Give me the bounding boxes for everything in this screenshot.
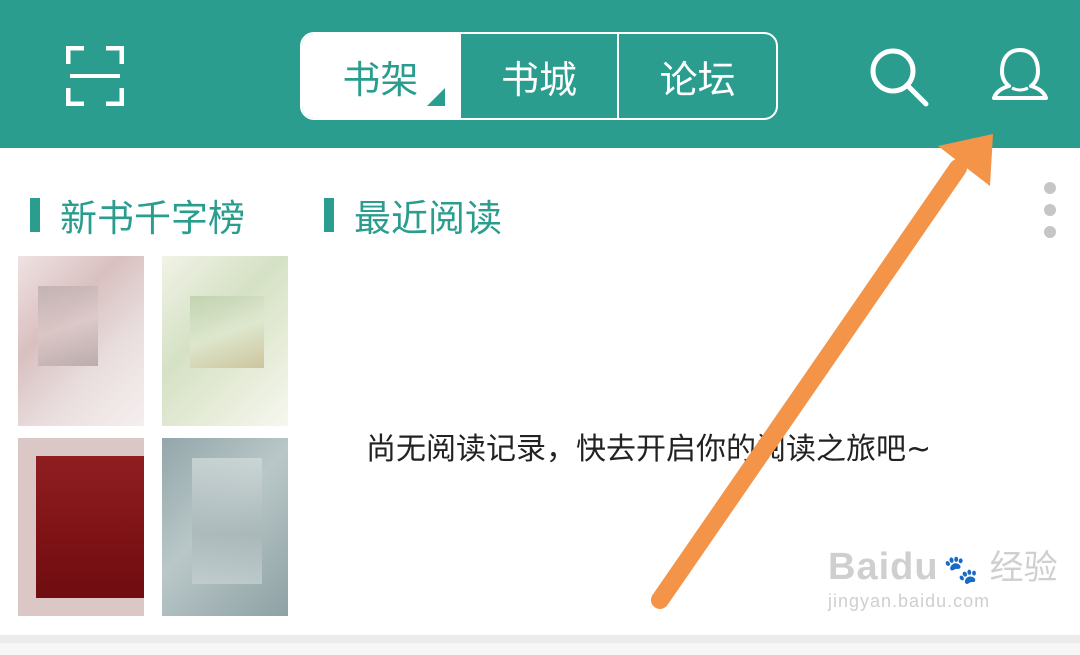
- main-tabs: 书架 书城 论坛: [300, 32, 778, 120]
- book-cover[interactable]: [18, 256, 144, 426]
- more-options-icon[interactable]: [1036, 182, 1064, 238]
- scan-icon[interactable]: [66, 46, 124, 106]
- section-tab-label: 最近阅读: [354, 197, 502, 240]
- watermark-cn: 经验: [989, 548, 1058, 588]
- tab-label: 书城: [501, 57, 578, 102]
- book-cover-grid: [18, 256, 288, 616]
- section-tab-new-books[interactable]: 新书千字榜: [30, 190, 245, 240]
- section-marker: [30, 198, 40, 232]
- section-tab-label: 新书千字榜: [60, 197, 245, 240]
- bottom-divider: [0, 635, 1080, 655]
- baidu-jingyan-watermark: Baidu 🐾 经验 jingyan.baidu.com: [828, 540, 1058, 630]
- tab-bookshelf[interactable]: 书架: [302, 34, 459, 118]
- section-tab-recent[interactable]: 最近阅读: [324, 190, 502, 240]
- book-cover[interactable]: [18, 438, 144, 616]
- tab-forum[interactable]: 论坛: [617, 34, 776, 118]
- user-icon[interactable]: [988, 44, 1052, 108]
- watermark-brand: Baidu: [828, 546, 939, 588]
- dot: [1044, 182, 1056, 194]
- dot: [1044, 204, 1056, 216]
- empty-reading-message: 尚无阅读记录，快去开启你的阅读之旅吧~: [366, 432, 932, 467]
- tab-label: 论坛: [659, 57, 736, 102]
- book-cover[interactable]: [162, 256, 288, 426]
- dropdown-triangle-icon: [426, 88, 445, 106]
- paw-icon: 🐾: [943, 553, 979, 586]
- tab-label: 书架: [342, 57, 419, 102]
- section-marker: [324, 198, 334, 232]
- book-cover[interactable]: [162, 438, 288, 616]
- search-icon[interactable]: [866, 44, 930, 108]
- watermark-url: jingyan.baidu.com: [828, 591, 991, 611]
- tab-bookstore[interactable]: 书城: [458, 34, 618, 118]
- top-bar: 书架 书城 论坛: [0, 0, 1080, 148]
- dot: [1044, 226, 1056, 238]
